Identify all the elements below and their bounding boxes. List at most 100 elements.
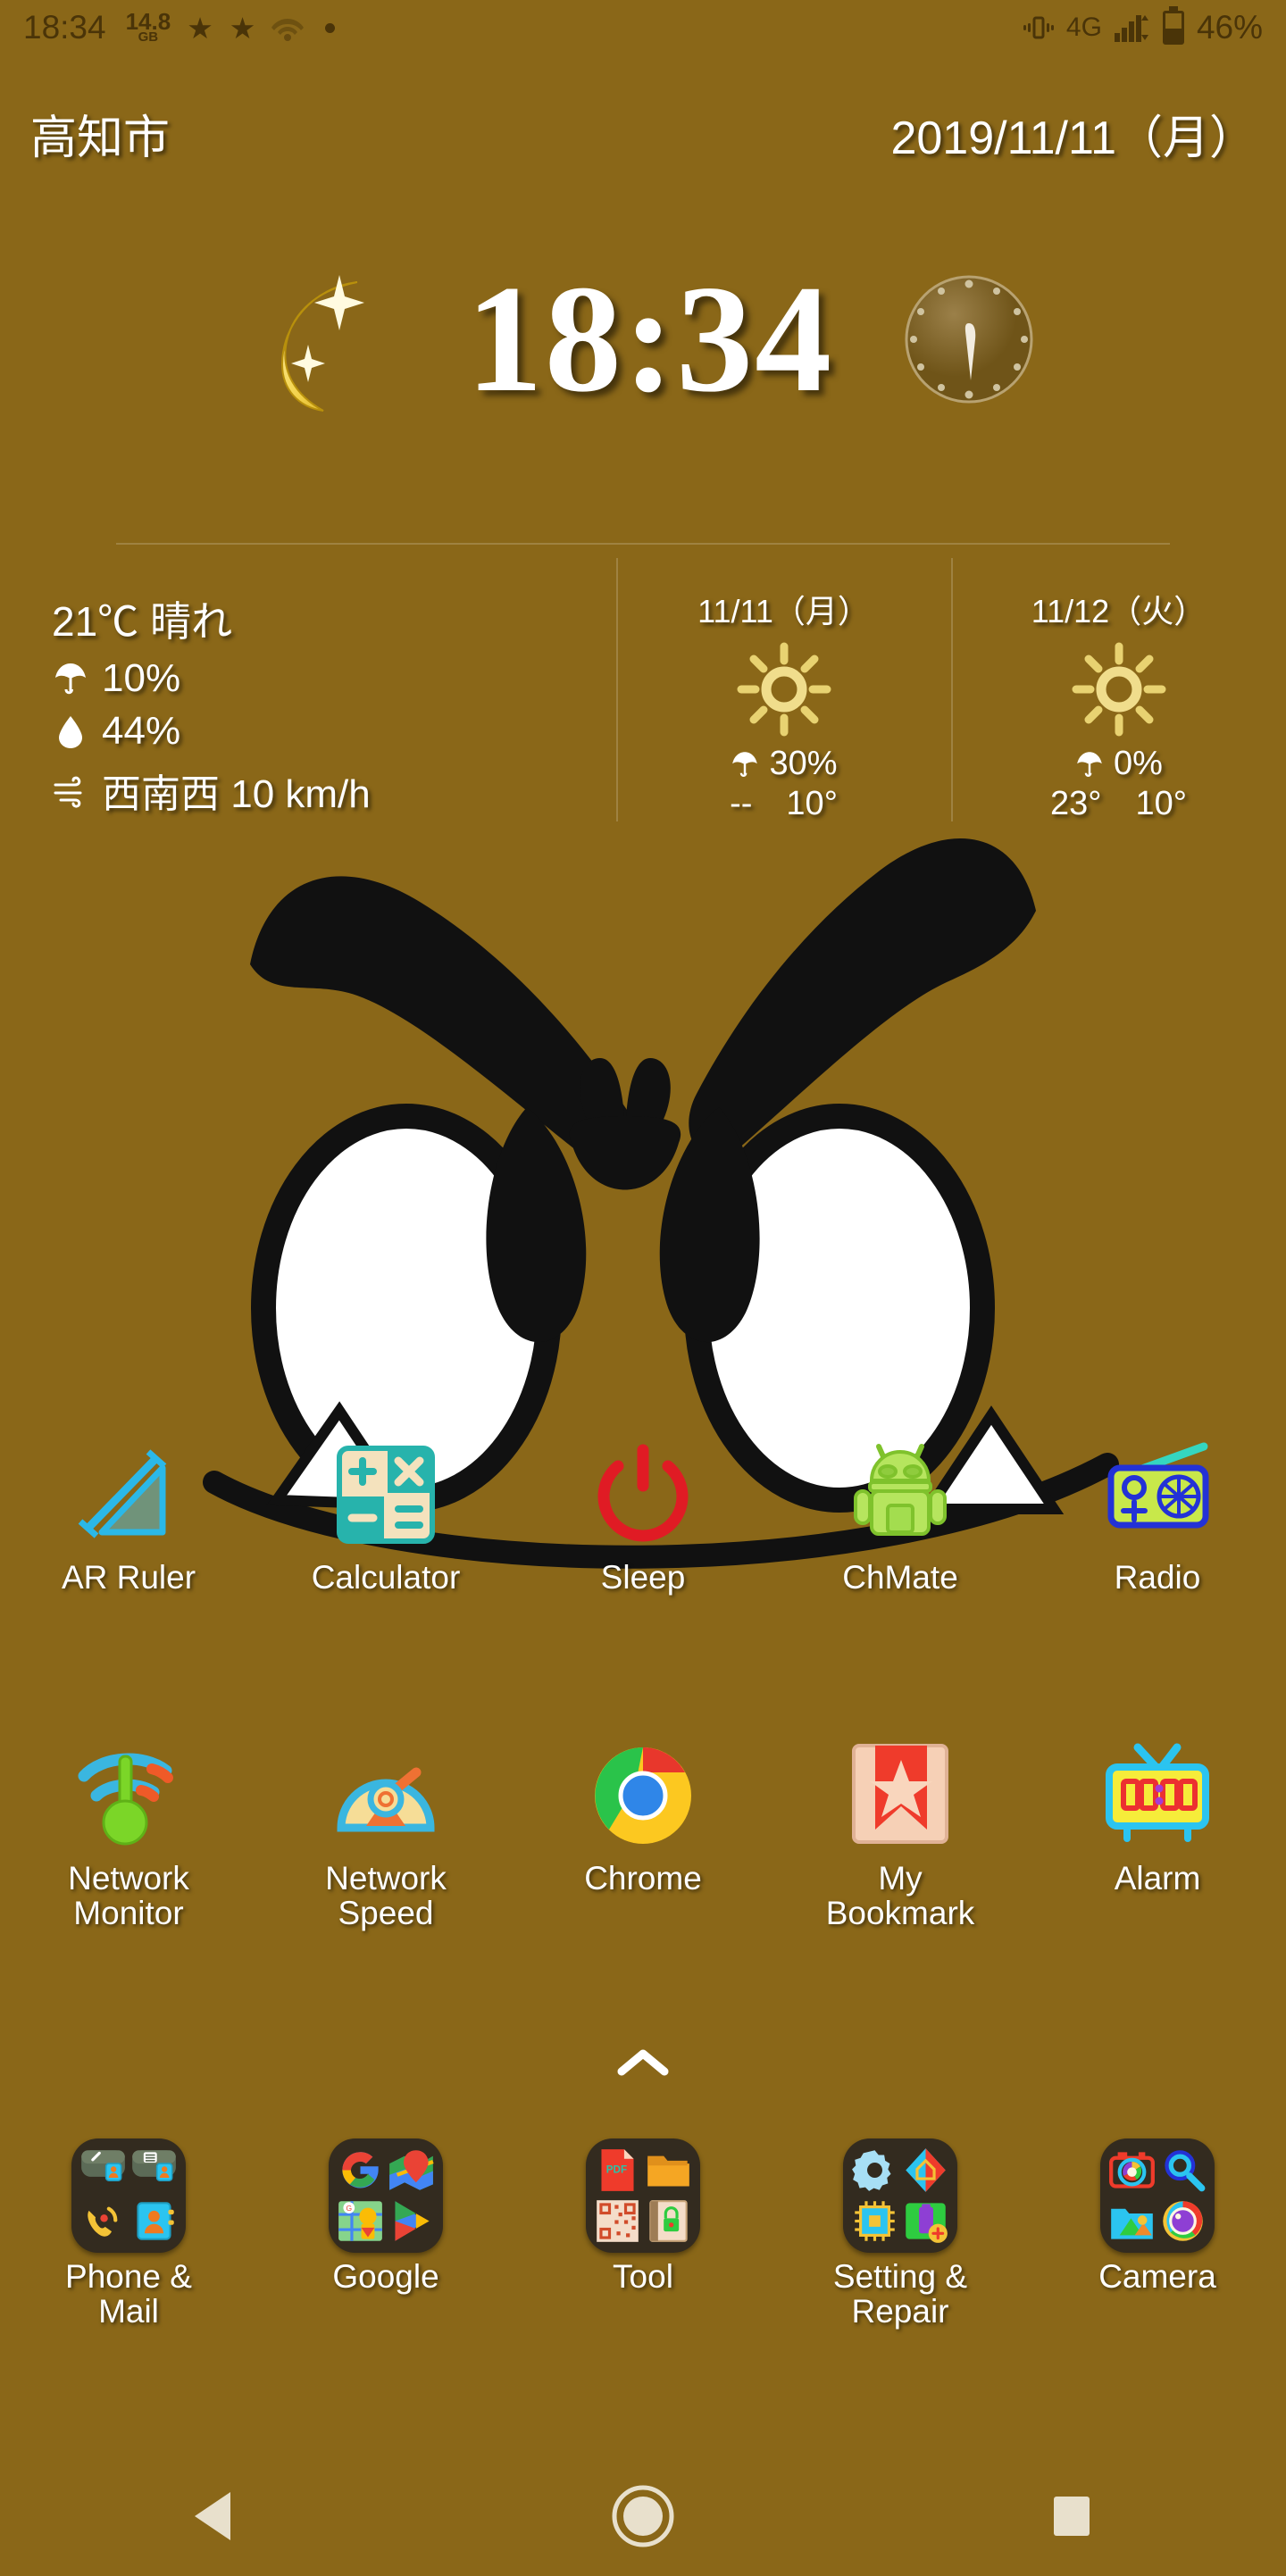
chmate-android-icon <box>841 1436 959 1554</box>
alarm-clock-icon <box>1098 1737 1216 1855</box>
mini-icon-google-maps-navigation: G <box>338 2201 382 2241</box>
mini-icon-cpu-chip <box>855 2201 895 2241</box>
forecast-day-1[interactable]: 11/11（月） 30% -- 10° <box>616 554 951 848</box>
calculator-icon <box>327 1436 445 1554</box>
mini-icon-phone-dialer <box>88 2206 118 2237</box>
mini-icon-play-store <box>395 2201 430 2241</box>
status-clock: 18:34 <box>23 9 106 46</box>
forecast-rain-row: 0% <box>951 745 1286 783</box>
recents-square-icon[interactable] <box>1048 2493 1095 2544</box>
forecast-low: 10° <box>786 785 838 822</box>
humidity-value: 44% <box>102 709 181 753</box>
mini-icon-google-g <box>342 2152 379 2188</box>
folder-google[interactable]: G Google <box>257 2138 514 2330</box>
mini-icon-pdf: PDF <box>601 2149 634 2191</box>
folder-label: Phone & Mail <box>65 2258 192 2330</box>
app-radio[interactable]: Radio <box>1029 1436 1286 1596</box>
location-label[interactable]: 高知市 <box>30 100 170 167</box>
forecast-temps: -- 10° <box>616 785 951 823</box>
wind-icon <box>52 771 89 809</box>
app-sleep[interactable]: Sleep <box>514 1436 772 1596</box>
analog-clock-dial-icon <box>896 266 1043 413</box>
app-alarm[interactable]: Alarm <box>1029 1737 1286 1931</box>
svg-text:G: G <box>346 2204 352 2213</box>
mini-icon-phone-contact <box>81 2150 125 2181</box>
mini-icon-photo-editor <box>1163 2201 1203 2241</box>
back-triangle-icon[interactable] <box>191 2490 238 2547</box>
app-network-speed[interactable]: Network Speed <box>257 1737 514 1931</box>
mini-icon-camera <box>1109 2152 1155 2188</box>
vibrate-icon <box>1023 13 1054 43</box>
folder-tool[interactable]: PDF Tool <box>514 2138 772 2330</box>
app-drawer-handle[interactable] <box>0 2045 1286 2085</box>
home-button[interactable] <box>576 2478 710 2558</box>
current-temperature: 21℃ 晴れ <box>52 598 232 645</box>
app-calculator[interactable]: Calculator <box>257 1436 514 1596</box>
signal-bars-icon <box>1114 13 1150 42</box>
app-chmate[interactable]: ChMate <box>772 1436 1029 1596</box>
folder-label: Camera <box>1098 2258 1216 2295</box>
home-circle-icon[interactable] <box>611 2484 675 2553</box>
folder-camera[interactable]: Camera <box>1029 2138 1286 2330</box>
chevron-up-icon[interactable] <box>614 2045 672 2085</box>
star-icon: ★ <box>187 11 213 45</box>
mini-icon-gallery <box>1111 2208 1153 2239</box>
humidity-row: 44% <box>52 709 616 754</box>
app-my-bookmark[interactable]: My Bookmark <box>772 1737 1029 1931</box>
folder-label: Setting & Repair <box>832 2258 968 2330</box>
umbrella-icon <box>730 749 760 779</box>
mini-icon-google-maps <box>389 2150 434 2190</box>
forecast-day-2[interactable]: 11/12（火） 0% 23° 10° <box>951 554 1286 848</box>
mini-icon-file-folder <box>647 2155 689 2187</box>
dock-row[interactable]: Phone & Mail G Google PDF Tool Setting &… <box>0 2138 1286 2330</box>
sun-icon <box>731 636 838 743</box>
ar-ruler-icon <box>70 1436 188 1554</box>
back-button[interactable] <box>147 2478 281 2558</box>
mini-icon-settings-gear <box>852 2150 891 2191</box>
app-row-2[interactable]: Network Monitor Network Speed Chrome My … <box>0 1737 1286 1931</box>
widget-divider <box>116 543 1170 545</box>
umbrella-icon <box>52 660 89 697</box>
folder-google-icon: G <box>329 2138 443 2253</box>
status-bar[interactable]: 18:34 14.8 GB ★ ★ 4G 46% <box>0 0 1286 55</box>
date-label[interactable]: 2019/11/11（月） <box>890 100 1256 167</box>
mini-icon-battery-boost <box>906 2203 948 2243</box>
wind-value: 西南西 10 km/h <box>102 772 371 816</box>
app-ar-ruler[interactable]: AR Ruler <box>0 1436 257 1596</box>
app-label: Sleep <box>600 1559 686 1596</box>
app-label: Radio <box>1114 1559 1201 1596</box>
forecast-rain-row: 30% <box>616 745 951 783</box>
rain-chance-value: 10% <box>102 656 181 700</box>
crescent-moon-icon <box>243 259 404 420</box>
current-weather[interactable]: 21℃ 晴れ 10% 44% 西南西 10 km/h <box>0 554 616 848</box>
weather-widget[interactable]: 21℃ 晴れ 10% 44% 西南西 10 km/h 11/11（月） 30% … <box>0 554 1286 848</box>
recents-button[interactable] <box>1005 2478 1139 2558</box>
folder-label: Google <box>332 2258 439 2295</box>
storage-unit: GB <box>138 29 159 45</box>
forecast-rain-chance: 30% <box>769 745 838 782</box>
forecast-date: 11/12（火） <box>1031 593 1207 629</box>
app-network-monitor[interactable]: Network Monitor <box>0 1737 257 1931</box>
bookmark-icon <box>841 1737 959 1855</box>
folder-setting-repair[interactable]: Setting & Repair <box>772 2138 1029 2330</box>
sun-icon <box>1065 636 1173 743</box>
radio-icon <box>1098 1436 1216 1554</box>
mini-icon-qr-code <box>597 2200 639 2242</box>
app-label: Alarm <box>1114 1860 1201 1897</box>
folder-phone-mail-icon <box>71 2138 186 2253</box>
folder-label: Tool <box>613 2258 673 2295</box>
chrome-icon <box>584 1737 702 1855</box>
power-sleep-icon <box>584 1436 702 1554</box>
network-type-label: 4G <box>1065 13 1102 42</box>
mini-icon-mail-contact <box>132 2150 176 2181</box>
svg-text:PDF: PDF <box>606 2164 627 2176</box>
navigation-bar[interactable] <box>0 2464 1286 2572</box>
wind-row: 西南西 10 km/h <box>52 762 616 819</box>
app-row-1[interactable]: AR Ruler Calculator Sleep ChMate Radio <box>0 1436 1286 1596</box>
widget-header[interactable]: 高知市 2019/11/11（月） <box>0 93 1286 173</box>
forecast-high: 23° <box>1050 785 1102 822</box>
clock-widget[interactable]: 18:34 <box>0 228 1286 451</box>
app-chrome[interactable]: Chrome <box>514 1737 772 1931</box>
wifi-icon <box>271 14 305 41</box>
folder-phone-mail[interactable]: Phone & Mail <box>0 2138 257 2330</box>
